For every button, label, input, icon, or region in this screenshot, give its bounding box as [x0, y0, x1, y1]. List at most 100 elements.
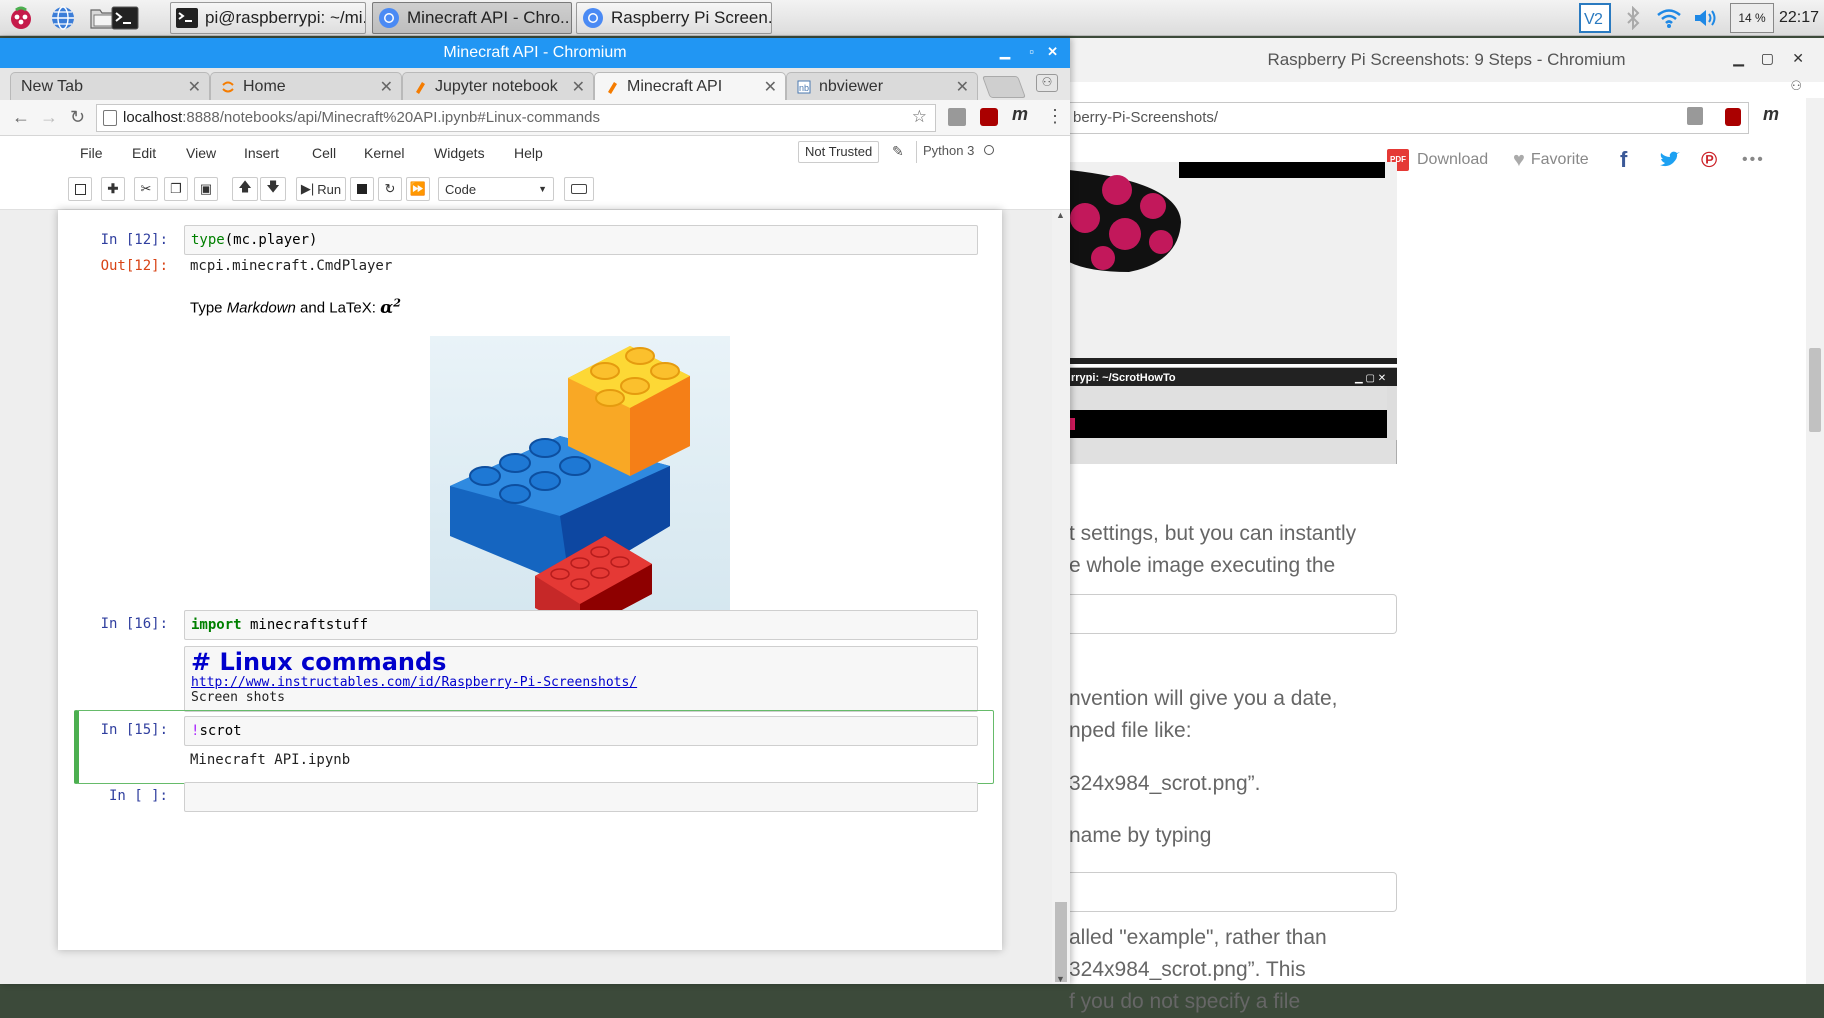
facebook-share-button[interactable]: f	[1620, 142, 1627, 178]
chrome-menu-icon[interactable]: ⋮	[1046, 106, 1064, 127]
menu-help[interactable]: Help	[514, 145, 543, 161]
window-title: Raspberry Pi Screenshots: 9 Steps - Chro…	[1267, 50, 1626, 69]
close-icon[interactable]: ✕	[1792, 50, 1804, 67]
cell-type-select[interactable]: Code ▼	[438, 177, 554, 201]
ublock-icon[interactable]	[1725, 108, 1741, 126]
menu-cell[interactable]: Cell	[312, 145, 336, 161]
arrow-up-icon: 🡅	[238, 179, 252, 194]
tab-jupyter-notebook[interactable]: Jupyter notebook ✕	[402, 72, 594, 100]
new-tab-button[interactable]	[981, 76, 1027, 98]
reload-icon[interactable]: ↻	[70, 107, 85, 128]
tab-nbviewer[interactable]: nb nbviewer ✕	[786, 72, 978, 100]
terminal-icon[interactable]	[110, 4, 140, 32]
notebook-scrollbar[interactable]: ▲ ▼	[1052, 210, 1070, 984]
bookmark-star-icon[interactable]: ☆	[912, 107, 927, 127]
menu-insert[interactable]: Insert	[244, 145, 279, 161]
twitter-share-button[interactable]	[1659, 142, 1681, 178]
restart-button[interactable]: ↻	[378, 177, 402, 201]
code-cell-input[interactable]	[184, 782, 978, 812]
kernel-name: Python 3	[923, 143, 975, 158]
window-title-bar[interactable]: Raspberry Pi Screenshots: 9 Steps - Chro…	[1069, 38, 1824, 82]
task-label: Raspberry Pi Screen...	[611, 8, 772, 27]
menu-widgets[interactable]: Widgets	[434, 145, 485, 161]
profile-icon[interactable]: ⚇	[1036, 74, 1058, 92]
cut-button[interactable]: ✂	[134, 177, 158, 201]
raspberry-menu-icon[interactable]	[6, 4, 36, 32]
more-share-button[interactable]: •••	[1742, 142, 1765, 178]
profile-icon[interactable]: ⚇	[1790, 78, 1802, 94]
facebook-icon: f	[1620, 147, 1628, 172]
tab-minecraft-api[interactable]: Minecraft API ✕	[594, 72, 786, 100]
wifi-icon[interactable]	[1654, 3, 1684, 33]
insert-cell-button[interactable]: ✚	[101, 177, 125, 201]
window-title-bar[interactable]: Minecraft API - Chromium ▁ ▫ ✕	[0, 38, 1070, 68]
close-tab-icon[interactable]: ✕	[956, 77, 969, 97]
tab-new-tab[interactable]: New Tab ✕	[10, 72, 210, 100]
paste-button[interactable]: ▣	[194, 177, 218, 201]
raw-cell[interactable]: # Linux commands http://www.instructable…	[184, 646, 978, 712]
minimize-icon[interactable]: ▁	[1733, 50, 1744, 67]
maximize-icon[interactable]: ▢	[1761, 50, 1774, 67]
minimize-icon[interactable]: ▁	[1000, 44, 1010, 60]
scrollbar-thumb[interactable]	[1809, 348, 1821, 432]
latex-math: α2	[380, 296, 401, 318]
move-down-button[interactable]: 🡇	[260, 177, 286, 201]
scissors-icon: ✂	[140, 181, 152, 196]
close-tab-icon[interactable]: ✕	[572, 77, 585, 97]
vnc-icon[interactable]: V2	[1578, 3, 1612, 33]
task-terminal[interactable]: pi@raspberrypi: ~/mi...	[170, 2, 366, 34]
scrollbar-thumb[interactable]	[1055, 902, 1067, 982]
download-button[interactable]: PDF Download	[1387, 142, 1488, 178]
page-scrollbar[interactable]	[1806, 98, 1824, 984]
code-cell-input[interactable]: !scrot	[184, 716, 978, 746]
close-tab-icon[interactable]: ✕	[380, 77, 393, 97]
scroll-down-icon[interactable]: ▼	[1056, 974, 1065, 984]
menu-file[interactable]: File	[80, 145, 103, 161]
markdown-text: and LaTeX:	[295, 299, 381, 317]
code-cell-input[interactable]: import minecraftstuff	[184, 610, 978, 640]
favorite-button[interactable]: ♥ Favorite	[1513, 142, 1589, 178]
tab-home[interactable]: Home ✕	[210, 72, 402, 100]
volume-icon[interactable]	[1690, 3, 1720, 33]
menu-edit[interactable]: Edit	[132, 145, 156, 161]
restart-run-all-button[interactable]: ⏩	[406, 177, 430, 201]
menu-kernel[interactable]: Kernel	[364, 145, 404, 161]
close-icon[interactable]: ✕	[1047, 44, 1058, 60]
m-extension-icon[interactable]: m	[1763, 104, 1779, 125]
close-tab-icon[interactable]: ✕	[764, 77, 777, 97]
extension-icon[interactable]	[1687, 107, 1703, 125]
address-bar[interactable]: berry-Pi-Screenshots/ ☆	[1069, 102, 1749, 134]
close-tab-icon[interactable]: ✕	[188, 77, 201, 97]
pinterest-share-button[interactable]: ℗	[1701, 142, 1717, 178]
save-button[interactable]	[68, 177, 92, 201]
ublock-icon[interactable]	[980, 108, 998, 126]
edit-pencil-icon[interactable]: ✎	[892, 143, 904, 160]
markdown-cell[interactable]: Type Markdown and LaTeX: α2	[190, 296, 401, 318]
copy-button[interactable]: ❐	[164, 177, 188, 201]
task-minecraft-api-chromium[interactable]: Minecraft API - Chro...	[372, 2, 572, 34]
page-info-icon[interactable]	[103, 110, 117, 126]
run-button[interactable]: ▶| Run	[296, 177, 346, 201]
raw-link[interactable]: http://www.instructables.com/id/Raspberr…	[191, 675, 971, 690]
extension-icon[interactable]	[948, 108, 966, 126]
m-extension-icon[interactable]: m	[1012, 104, 1028, 125]
back-icon[interactable]: ←	[12, 107, 30, 128]
task-raspberry-pi-screenshots[interactable]: Raspberry Pi Screen...	[576, 2, 772, 34]
main-chromium-window[interactable]: Minecraft API - Chromium ▁ ▫ ✕ New Tab ✕…	[0, 38, 1070, 984]
move-up-button[interactable]: 🡅	[232, 177, 258, 201]
scroll-up-icon[interactable]: ▲	[1056, 210, 1065, 220]
menu-view[interactable]: View	[186, 145, 216, 161]
forward-icon[interactable]: →	[40, 107, 58, 128]
jupyter-menubar: File Edit View Insert Cell Kernel Widget…	[0, 136, 1070, 170]
not-trusted-button[interactable]: Not Trusted	[798, 141, 880, 163]
web-browser-icon[interactable]	[48, 4, 78, 32]
code-cell-input[interactable]: type(mc.player)	[184, 225, 978, 255]
maximize-icon[interactable]: ▫	[1029, 44, 1034, 59]
command-palette-button[interactable]	[564, 177, 594, 201]
bluetooth-icon[interactable]	[1620, 3, 1646, 33]
code-text: minecraftstuff	[241, 617, 369, 633]
background-chromium-window[interactable]: Raspberry Pi Screenshots: 9 Steps - Chro…	[1068, 38, 1824, 1013]
window-title: Minecraft API - Chromium	[443, 44, 627, 61]
interrupt-button[interactable]	[350, 177, 374, 201]
address-bar[interactable]: localhost:8888/notebooks/api/Minecraft%2…	[96, 104, 936, 132]
